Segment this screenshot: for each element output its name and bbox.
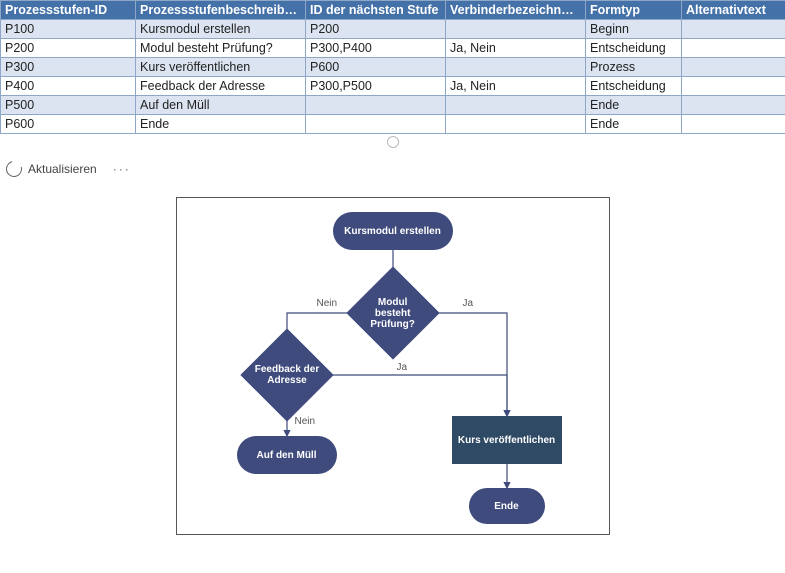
- col-header[interactable]: Verbinderbezeichnung: [446, 1, 586, 20]
- cell[interactable]: P400: [1, 77, 136, 96]
- col-header[interactable]: Alternativtext: [682, 1, 785, 20]
- cell[interactable]: [446, 20, 586, 39]
- cell[interactable]: [682, 115, 785, 134]
- col-header[interactable]: ID der nächsten Stufe: [306, 1, 446, 20]
- cell[interactable]: [446, 58, 586, 77]
- table-row[interactable]: P300Kurs veröffentlichenP600 Prozess: [1, 58, 785, 77]
- col-header[interactable]: Formtyp: [586, 1, 682, 20]
- edge-label-no-1: Nein: [317, 298, 338, 309]
- cell[interactable]: Entscheidung: [586, 77, 682, 96]
- flowchart-canvas[interactable]: Kursmodul erstellen Modul besteht Prüfun…: [176, 197, 610, 535]
- cell[interactable]: Beginn: [586, 20, 682, 39]
- cell[interactable]: P300: [1, 58, 136, 77]
- edge-label-yes-2: Ja: [397, 362, 408, 373]
- cell[interactable]: P200: [306, 20, 446, 39]
- refresh-button[interactable]: Aktualisieren: [6, 161, 97, 177]
- cell[interactable]: Ja, Nein: [446, 77, 586, 96]
- cell[interactable]: Feedback der Adresse: [136, 77, 306, 96]
- cell[interactable]: P300,P400: [306, 39, 446, 58]
- cell[interactable]: [682, 39, 785, 58]
- cell[interactable]: [446, 115, 586, 134]
- resize-handle-icon[interactable]: [0, 136, 785, 151]
- flow-node-start[interactable]: Kursmodul erstellen: [333, 212, 453, 250]
- cell[interactable]: P500: [1, 96, 136, 115]
- flow-node-end[interactable]: Ende: [469, 488, 545, 524]
- cell[interactable]: Auf den Müll: [136, 96, 306, 115]
- more-button[interactable]: ···: [113, 162, 131, 176]
- table-row[interactable]: P100Kursmodul erstellenP200 Beginn: [1, 20, 785, 39]
- cell[interactable]: [306, 96, 446, 115]
- flow-node-process[interactable]: Kurs veröffentlichen: [452, 416, 562, 464]
- cell[interactable]: [682, 77, 785, 96]
- toolbar: Aktualisieren ···: [0, 151, 785, 187]
- col-header[interactable]: Prozessstufen-ID: [1, 1, 136, 20]
- refresh-label: Aktualisieren: [28, 162, 97, 176]
- cell[interactable]: Entscheidung: [586, 39, 682, 58]
- cell[interactable]: P600: [306, 58, 446, 77]
- edge-label-yes-1: Ja: [463, 298, 474, 309]
- table-row[interactable]: P600EndeEnde: [1, 115, 785, 134]
- process-table[interactable]: Prozessstufen-IDProzessstufenbeschreibun…: [0, 0, 785, 134]
- cell[interactable]: [306, 115, 446, 134]
- table-row[interactable]: P200Modul besteht Prüfung?P300,P400Ja, N…: [1, 39, 785, 58]
- cell[interactable]: Kurs veröffentlichen: [136, 58, 306, 77]
- table-row[interactable]: P500Auf den Müll Ende: [1, 96, 785, 115]
- cell[interactable]: P100: [1, 20, 136, 39]
- cell[interactable]: [682, 58, 785, 77]
- cell[interactable]: [682, 96, 785, 115]
- cell[interactable]: Ja, Nein: [446, 39, 586, 58]
- table-row[interactable]: P400Feedback der AdresseP300,P500Ja, Nei…: [1, 77, 785, 96]
- cell[interactable]: Ende: [586, 96, 682, 115]
- cell[interactable]: Modul besteht Prüfung?: [136, 39, 306, 58]
- col-header[interactable]: Prozessstufenbeschreibung: [136, 1, 306, 20]
- cell[interactable]: Kursmodul erstellen: [136, 20, 306, 39]
- cell[interactable]: P200: [1, 39, 136, 58]
- cell[interactable]: [682, 20, 785, 39]
- cell[interactable]: Ende: [586, 115, 682, 134]
- cell[interactable]: P300,P500: [306, 77, 446, 96]
- flow-node-trash[interactable]: Auf den Müll: [237, 436, 337, 474]
- cell[interactable]: [446, 96, 586, 115]
- cell[interactable]: Prozess: [586, 58, 682, 77]
- refresh-icon: [3, 158, 25, 180]
- cell[interactable]: P600: [1, 115, 136, 134]
- edge-label-no-2: Nein: [295, 416, 316, 427]
- cell[interactable]: Ende: [136, 115, 306, 134]
